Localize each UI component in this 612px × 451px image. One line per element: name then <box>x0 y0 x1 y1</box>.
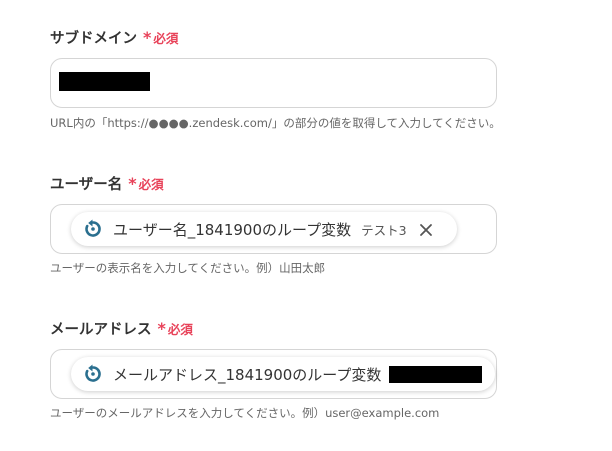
required-asterisk: * <box>143 27 152 47</box>
email-label-text: メールアドレス <box>50 322 152 338</box>
required-asterisk: * <box>157 318 166 338</box>
required-text: 必須 <box>138 177 164 192</box>
email-label: メールアドレス * 必須 <box>50 318 193 339</box>
loop-arrow-icon <box>83 364 103 384</box>
email-input[interactable]: メールアドレス_1841900のループ変数 <box>50 349 497 399</box>
username-label-text: ユーザー名 <box>50 177 123 193</box>
username-input[interactable]: ユーザー名_1841900のループ変数 テスト3 <box>50 204 497 254</box>
chip-label: メールアドレス_1841900のループ変数 <box>113 365 382 384</box>
required-text: 必須 <box>167 322 193 337</box>
close-icon[interactable] <box>419 222 433 236</box>
subdomain-label: サブドメイン * 必須 <box>50 27 178 48</box>
email-help: ユーザーのメールアドレスを入力してください。例）user@example.com <box>50 406 440 420</box>
loop-variable-chip[interactable]: メールアドレス_1841900のループ変数 <box>71 357 495 391</box>
required-text: 必須 <box>153 31 179 46</box>
loop-arrow-icon <box>83 219 103 239</box>
subdomain-help: URL内の「https://●●●●.zendesk.com/」の部分の値を取得… <box>50 116 501 130</box>
redacted-value <box>389 365 483 383</box>
subdomain-input[interactable] <box>50 58 497 108</box>
redacted-value <box>59 72 150 91</box>
subdomain-label-text: サブドメイン <box>50 31 137 47</box>
required-asterisk: * <box>128 173 137 193</box>
username-help: ユーザーの表示名を入力してください。例）山田太郎 <box>50 261 326 275</box>
chip-label: ユーザー名_1841900のループ変数 <box>113 220 352 239</box>
username-label: ユーザー名 * 必須 <box>50 173 164 194</box>
chip-value: テスト3 <box>361 222 407 238</box>
loop-variable-chip[interactable]: ユーザー名_1841900のループ変数 テスト3 <box>71 212 457 246</box>
